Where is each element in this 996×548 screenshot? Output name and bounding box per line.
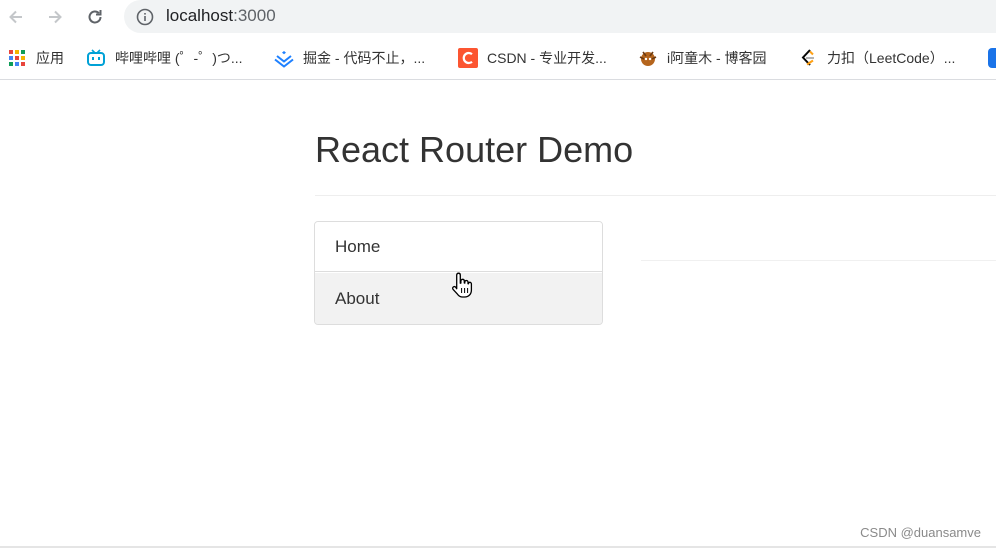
bookmark-label: 掘金 - 代码不止，... [303,50,426,66]
bookmark-juejin[interactable]: 掘金 - 代码不止，... [274,47,425,69]
url-port: :3000 [233,6,276,25]
page-title: React Router Demo [315,129,634,170]
bookmarks-bar: 应用 哔哩哔哩 (゜-゜)つ... 掘金 - 代码不止，... CSDN - 专… [0,40,996,76]
bookmark-label: 应用 [36,50,64,66]
watermark: CSDN @duansamve [860,525,981,540]
title-divider [315,195,996,196]
bookmark-label: i阿童木 - 博客园 [667,50,767,66]
forward-icon[interactable] [42,4,68,30]
juejin-icon [274,48,294,68]
bookmark-label: 力扣（LeetCode）... [827,50,956,66]
browser-toolbar: localhost:3000 [0,0,996,36]
blue-bookmark-icon [988,48,996,68]
csdn-icon [458,48,478,68]
nav-link-home[interactable]: Home [315,222,602,272]
bookmark-label: CSDN - 专业开发... [487,50,607,66]
url-host: localhost [166,6,234,25]
bookmark-apps[interactable]: 应用 [7,47,64,69]
reload-icon[interactable] [82,4,108,30]
cnblogs-icon [638,48,658,68]
back-icon[interactable] [3,4,29,30]
bilibili-icon [86,48,106,68]
bookmark-overflow[interactable] [988,47,996,69]
apps-grid-icon [7,48,27,68]
address-bar[interactable]: localhost:3000 [124,0,996,33]
bookmark-bilibili[interactable]: 哔哩哔哩 (゜-゜)つ... [86,47,243,69]
hand-pointer-cursor-icon [451,271,473,299]
content-panel [641,260,996,261]
address-url[interactable]: localhost:3000 [166,6,276,26]
bookmark-label: 哔哩哔哩 (゜-゜)つ... [115,50,243,66]
leetcode-icon [798,48,818,68]
chrome-divider [0,79,996,80]
bookmark-cnblogs[interactable]: i阿童木 - 博客园 [638,47,767,69]
info-icon[interactable] [136,8,154,26]
bookmark-csdn[interactable]: CSDN - 专业开发... [458,47,607,69]
bookmark-leetcode[interactable]: 力扣（LeetCode）... [798,47,955,69]
